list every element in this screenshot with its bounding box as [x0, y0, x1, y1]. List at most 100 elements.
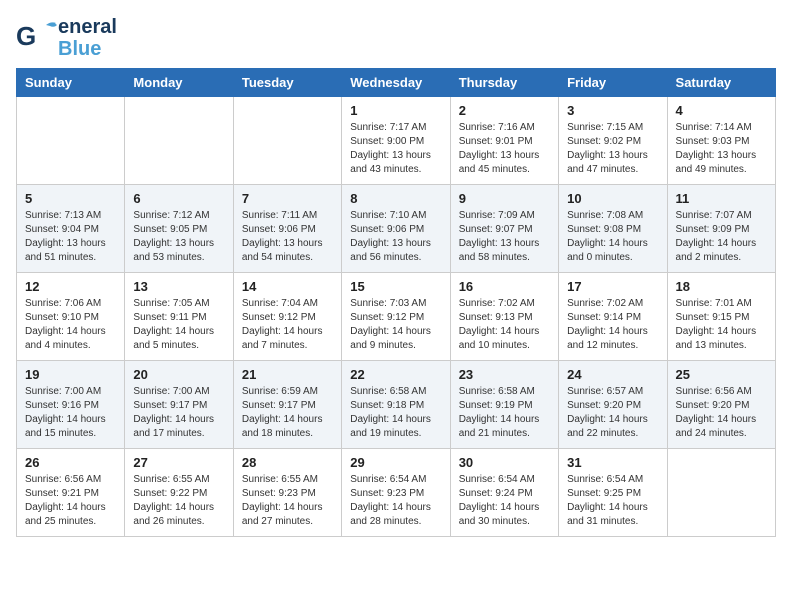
calendar-cell: 17 Sunrise: 7:02 AMSunset: 9:14 PMDayligh… [559, 273, 667, 361]
day-number: 15 [350, 279, 441, 294]
day-number: 24 [567, 367, 658, 382]
day-info: Sunrise: 7:09 AMSunset: 9:07 PMDaylight:… [459, 209, 550, 265]
day-info: Sunrise: 7:02 AMSunset: 9:14 PMDaylight:… [567, 297, 658, 353]
calendar-cell: 15 Sunrise: 7:03 AMSunset: 9:12 PMDayligh… [342, 273, 450, 361]
day-number: 11 [676, 191, 767, 206]
day-number: 30 [459, 455, 550, 470]
day-number: 19 [25, 367, 116, 382]
calendar-cell: 20 Sunrise: 7:00 AMSunset: 9:17 PMDayligh… [125, 361, 233, 449]
day-number: 6 [133, 191, 224, 206]
calendar-cell: 28 Sunrise: 6:55 AMSunset: 9:23 PMDayligh… [233, 449, 341, 537]
calendar-cell: 26 Sunrise: 6:56 AMSunset: 9:21 PMDayligh… [17, 449, 125, 537]
weekday-header-sunday: Sunday [17, 69, 125, 97]
header: G eneral Blue [16, 16, 776, 60]
calendar-cell: 13 Sunrise: 7:05 AMSunset: 9:11 PMDayligh… [125, 273, 233, 361]
day-info: Sunrise: 7:16 AMSunset: 9:01 PMDaylight:… [459, 121, 550, 177]
calendar-cell: 31 Sunrise: 6:54 AMSunset: 9:25 PMDayligh… [559, 449, 667, 537]
calendar-cell: 10 Sunrise: 7:08 AMSunset: 9:08 PMDayligh… [559, 185, 667, 273]
day-number: 23 [459, 367, 550, 382]
day-info: Sunrise: 6:55 AMSunset: 9:22 PMDaylight:… [133, 473, 224, 529]
day-number: 31 [567, 455, 658, 470]
logo-svg: G [16, 19, 62, 57]
day-number: 27 [133, 455, 224, 470]
day-info: Sunrise: 6:59 AMSunset: 9:17 PMDaylight:… [242, 385, 333, 441]
calendar-cell [233, 97, 341, 185]
calendar-cell: 1Sunrise: 7:17 AMSunset: 9:00 PMDaylight… [342, 97, 450, 185]
calendar-cell: 3Sunrise: 7:15 AMSunset: 9:02 PMDaylight… [559, 97, 667, 185]
weekday-header-saturday: Saturday [667, 69, 775, 97]
calendar-cell [667, 449, 775, 537]
day-info: Sunrise: 7:12 AMSunset: 9:05 PMDaylight:… [133, 209, 224, 265]
day-number: 20 [133, 367, 224, 382]
day-info: Sunrise: 6:54 AMSunset: 9:23 PMDaylight:… [350, 473, 441, 529]
day-info: Sunrise: 7:11 AMSunset: 9:06 PMDaylight:… [242, 209, 333, 265]
calendar-cell [125, 97, 233, 185]
calendar-cell: 21 Sunrise: 6:59 AMSunset: 9:17 PMDayligh… [233, 361, 341, 449]
day-info: Sunrise: 7:14 AMSunset: 9:03 PMDaylight:… [676, 121, 767, 177]
calendar-cell: 6 Sunrise: 7:12 AMSunset: 9:05 PMDaylight… [125, 185, 233, 273]
day-number: 25 [676, 367, 767, 382]
calendar-cell: 18Sunrise: 7:01 AMSunset: 9:15 PMDayligh… [667, 273, 775, 361]
day-number: 22 [350, 367, 441, 382]
day-info: Sunrise: 6:58 AMSunset: 9:19 PMDaylight:… [459, 385, 550, 441]
day-info: Sunrise: 7:03 AMSunset: 9:12 PMDaylight:… [350, 297, 441, 353]
calendar-cell: 29 Sunrise: 6:54 AMSunset: 9:23 PMDayligh… [342, 449, 450, 537]
day-info: Sunrise: 7:00 AMSunset: 9:17 PMDaylight:… [133, 385, 224, 441]
day-number: 10 [567, 191, 658, 206]
day-number: 7 [242, 191, 333, 206]
calendar-cell: 11 Sunrise: 7:07 AMSunset: 9:09 PMDayligh… [667, 185, 775, 273]
calendar-cell: 19 Sunrise: 7:00 AMSunset: 9:16 PMDayligh… [17, 361, 125, 449]
day-number: 9 [459, 191, 550, 206]
day-number: 21 [242, 367, 333, 382]
day-info: Sunrise: 6:54 AMSunset: 9:25 PMDaylight:… [567, 473, 658, 529]
week-row-4: 19 Sunrise: 7:00 AMSunset: 9:16 PMDayligh… [17, 361, 776, 449]
calendar-cell: 27 Sunrise: 6:55 AMSunset: 9:22 PMDayligh… [125, 449, 233, 537]
day-number: 8 [350, 191, 441, 206]
day-info: Sunrise: 7:08 AMSunset: 9:08 PMDaylight:… [567, 209, 658, 265]
calendar-cell: 2 Sunrise: 7:16 AMSunset: 9:01 PMDaylight… [450, 97, 558, 185]
calendar-cell: 14Sunrise: 7:04 AMSunset: 9:12 PMDayligh… [233, 273, 341, 361]
day-number: 13 [133, 279, 224, 294]
calendar-table: SundayMondayTuesdayWednesdayThursdayFrid… [16, 68, 776, 537]
weekday-header-monday: Monday [125, 69, 233, 97]
day-info: Sunrise: 7:00 AMSunset: 9:16 PMDaylight:… [25, 385, 116, 441]
calendar-cell: 5Sunrise: 7:13 AMSunset: 9:04 PMDaylight… [17, 185, 125, 273]
day-info: Sunrise: 7:02 AMSunset: 9:13 PMDaylight:… [459, 297, 550, 353]
week-row-5: 26 Sunrise: 6:56 AMSunset: 9:21 PMDayligh… [17, 449, 776, 537]
days-of-week-row: SundayMondayTuesdayWednesdayThursdayFrid… [17, 69, 776, 97]
day-info: Sunrise: 6:56 AMSunset: 9:21 PMDaylight:… [25, 473, 116, 529]
day-number: 26 [25, 455, 116, 470]
weekday-header-wednesday: Wednesday [342, 69, 450, 97]
day-number: 29 [350, 455, 441, 470]
day-number: 5 [25, 191, 116, 206]
calendar-cell: 12Sunrise: 7:06 AMSunset: 9:10 PMDayligh… [17, 273, 125, 361]
day-info: Sunrise: 7:05 AMSunset: 9:11 PMDaylight:… [133, 297, 224, 353]
day-number: 14 [242, 279, 333, 294]
logo: G eneral Blue [16, 16, 117, 60]
calendar-cell [17, 97, 125, 185]
calendar-cell: 25 Sunrise: 6:56 AMSunset: 9:20 PMDayligh… [667, 361, 775, 449]
weekday-header-friday: Friday [559, 69, 667, 97]
calendar-cell: 24Sunrise: 6:57 AMSunset: 9:20 PMDayligh… [559, 361, 667, 449]
day-info: Sunrise: 7:17 AMSunset: 9:00 PMDaylight:… [350, 121, 441, 177]
calendar-cell: 22Sunrise: 6:58 AMSunset: 9:18 PMDayligh… [342, 361, 450, 449]
day-info: Sunrise: 6:54 AMSunset: 9:24 PMDaylight:… [459, 473, 550, 529]
day-info: Sunrise: 7:06 AMSunset: 9:10 PMDaylight:… [25, 297, 116, 353]
day-info: Sunrise: 6:55 AMSunset: 9:23 PMDaylight:… [242, 473, 333, 529]
calendar-cell: 7 Sunrise: 7:11 AMSunset: 9:06 PMDaylight… [233, 185, 341, 273]
day-number: 2 [459, 103, 550, 118]
day-info: Sunrise: 7:07 AMSunset: 9:09 PMDaylight:… [676, 209, 767, 265]
calendar-cell: 8Sunrise: 7:10 AMSunset: 9:06 PMDaylight… [342, 185, 450, 273]
day-info: Sunrise: 6:56 AMSunset: 9:20 PMDaylight:… [676, 385, 767, 441]
calendar-cell: 30 Sunrise: 6:54 AMSunset: 9:24 PMDayligh… [450, 449, 558, 537]
day-number: 18 [676, 279, 767, 294]
day-number: 28 [242, 455, 333, 470]
day-number: 16 [459, 279, 550, 294]
week-row-2: 5Sunrise: 7:13 AMSunset: 9:04 PMDaylight… [17, 185, 776, 273]
day-info: Sunrise: 7:15 AMSunset: 9:02 PMDaylight:… [567, 121, 658, 177]
weekday-header-tuesday: Tuesday [233, 69, 341, 97]
day-number: 4 [676, 103, 767, 118]
week-row-3: 12Sunrise: 7:06 AMSunset: 9:10 PMDayligh… [17, 273, 776, 361]
weekday-header-thursday: Thursday [450, 69, 558, 97]
day-number: 17 [567, 279, 658, 294]
